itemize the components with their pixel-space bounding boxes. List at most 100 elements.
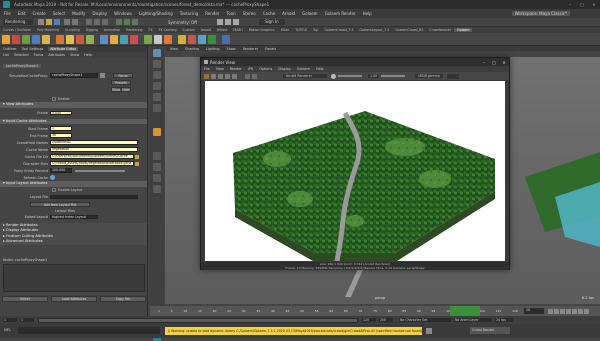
vp-menu-show[interactable]: Show [227, 47, 236, 51]
rv-exposure-icon[interactable] [331, 73, 336, 79]
shelf-tab-golaemcrowd[interactable]: GolaemCrowd_7.3 [321, 28, 356, 32]
crowd-terrain-icon[interactable] [22, 34, 30, 44]
tab-tool-settings[interactable]: Tool Settings [22, 47, 44, 51]
proxy-density-slider[interactable] [75, 169, 125, 172]
current-frame-marker[interactable] [450, 306, 480, 316]
menu-arnold[interactable]: Arnold [282, 11, 295, 16]
section-advanced[interactable]: ▸ Advanced Attributes [0, 239, 147, 245]
hide-button[interactable]: Hide [121, 86, 131, 92]
rv-redo-render-icon[interactable] [204, 73, 209, 79]
rv-maximize-button[interactable]: □ [489, 60, 499, 65]
ae-menu-attributes[interactable]: Attributes [48, 53, 65, 57]
shelf-tab-animation[interactable]: Animation [101, 28, 123, 32]
focus-button[interactable]: Focus [113, 73, 133, 78]
copy-tab-button[interactable]: Copy Tab [100, 295, 146, 302]
shelf-tab-bifrost[interactable]: Bifrost [214, 28, 230, 32]
outliner-view-icon[interactable] [153, 174, 161, 182]
menu-texturing[interactable]: Texturing [180, 11, 198, 16]
rv-refresh-icon[interactable] [218, 73, 223, 79]
rv-menu-render[interactable]: Render [230, 67, 242, 71]
tab-attribute-editor[interactable]: Attribute Editor [48, 47, 79, 51]
close-button[interactable]: ✕ [588, 0, 600, 9]
crowd-render-label[interactable]: Crowd Render [470, 327, 510, 334]
render-settings-icon[interactable] [232, 19, 239, 25]
range-inner-end-field[interactable]: 120 [362, 318, 376, 322]
step-forward-icon[interactable] [572, 308, 577, 314]
notes-area[interactable] [3, 264, 145, 292]
add-layout-button[interactable]: Add New Layout File [30, 201, 90, 207]
rv-menu-file[interactable]: File [204, 67, 210, 71]
crowd-entity-icon[interactable] [2, 34, 10, 44]
render-image[interactable] [205, 81, 505, 261]
menu-edit[interactable]: Edit [18, 11, 26, 16]
select-tool-icon[interactable] [153, 49, 161, 57]
redo-icon[interactable] [72, 19, 78, 25]
crowd-help-icon[interactable] [222, 34, 230, 44]
edited-layout-dropdown[interactable]: Highest Index Layout [50, 214, 98, 220]
select-hierarchy-icon[interactable] [86, 19, 92, 25]
crowd-export-icon[interactable] [144, 34, 152, 44]
rv-menu-options[interactable]: Options [259, 67, 272, 71]
ae-menu-selected[interactable]: Selected [14, 53, 29, 57]
rv-minimize-button[interactable]: – [479, 60, 489, 65]
shelf-tab-fx[interactable]: FX [146, 28, 156, 32]
node-nav-icon[interactable] [100, 73, 105, 78]
range-start-field[interactable]: 1 [3, 318, 17, 322]
single-view-icon[interactable] [153, 152, 161, 160]
section-input-cache[interactable]: ▾ Input Cache Attributes [0, 118, 147, 124]
select-button[interactable]: Select [2, 295, 48, 302]
menu-cache[interactable]: Cache [263, 11, 275, 16]
rv-ipr-icon[interactable] [211, 73, 216, 79]
vp-menu-view[interactable]: View [170, 47, 178, 51]
enable-checkbox[interactable]: ✓ [52, 96, 56, 101]
crowd-cache-icon[interactable] [100, 34, 108, 44]
presets-button[interactable]: Presets [111, 80, 131, 85]
range-end-field[interactable]: 200 [379, 318, 393, 322]
menu-lighting-shading[interactable]: Lighting/Shading [139, 11, 173, 16]
crowd-render-icon[interactable] [130, 34, 138, 44]
shelf-tab-golaem[interactable]: Golaem [454, 28, 473, 32]
character-files-field[interactable]: C:/crowd_assets/Roots/VegetationAssetBoo… [50, 161, 134, 166]
node-name-field[interactable]: cacheProxyShape1 [50, 73, 98, 78]
anim-layer-dropdown[interactable]: No Anim Layer [454, 318, 492, 322]
rv-view-transform[interactable] [446, 73, 459, 79]
graph-view-icon[interactable] [153, 185, 161, 193]
crowd-fx-icon[interactable] [164, 34, 172, 44]
script-editor-icon[interactable] [426, 328, 432, 334]
workspace-selector[interactable]: Workspace: Maya Classic* [511, 11, 570, 16]
rv-menu-help[interactable]: Help [316, 67, 324, 71]
step-back-icon[interactable] [554, 308, 559, 314]
snap-grid-icon[interactable] [116, 19, 122, 25]
play-forward-icon[interactable] [566, 308, 571, 314]
ae-menu-show[interactable]: Show [70, 53, 79, 57]
new-scene-icon[interactable] [38, 19, 44, 25]
rv-menu-view[interactable]: View [216, 67, 224, 71]
crowd-layout-icon[interactable] [110, 34, 118, 44]
select-component-icon[interactable] [102, 19, 108, 25]
crowd-rig-icon[interactable] [188, 34, 196, 44]
shelf-tab-xgen[interactable]: XGen [278, 28, 293, 32]
browse-folder-icon[interactable] [135, 154, 139, 159]
character-set-dropdown[interactable]: No Character Set [399, 318, 451, 322]
menu-help[interactable]: Help [363, 11, 372, 16]
shelf-tab-xgl[interactable]: Xgl [310, 28, 321, 32]
render-current-icon[interactable] [216, 19, 223, 25]
ae-node-tab[interactable]: cacheProxyShape1 [3, 63, 42, 68]
shelf-tab-arnold[interactable]: Arnold [198, 28, 214, 32]
rv-renderer-dropdown[interactable]: Arnold Renderer [283, 74, 327, 78]
menu-windows[interactable]: Windows [114, 11, 132, 16]
vp-menu-panels[interactable]: Panels [265, 47, 276, 51]
crowd-sim-icon[interactable] [86, 34, 94, 44]
four-view-icon[interactable] [153, 163, 161, 171]
undo-icon[interactable] [64, 19, 70, 25]
lasso-tool-icon[interactable] [153, 60, 161, 68]
shelf-tab-custom[interactable]: Custom [179, 28, 197, 32]
menu-stereo[interactable]: Stereo [243, 11, 256, 16]
section-view-attributes[interactable]: ▾ View Attributes [0, 102, 147, 108]
rv-snapshot-icon[interactable] [232, 73, 237, 79]
load-attributes-button[interactable]: Load Attributes [51, 295, 97, 302]
menu-golaem-render[interactable]: Golaem Render [325, 11, 356, 16]
loop-icon[interactable] [584, 308, 589, 314]
rv-menu-ipr[interactable]: IPR [248, 67, 253, 71]
shelf-tab-poly[interactable]: Poly Modeling [34, 28, 62, 32]
